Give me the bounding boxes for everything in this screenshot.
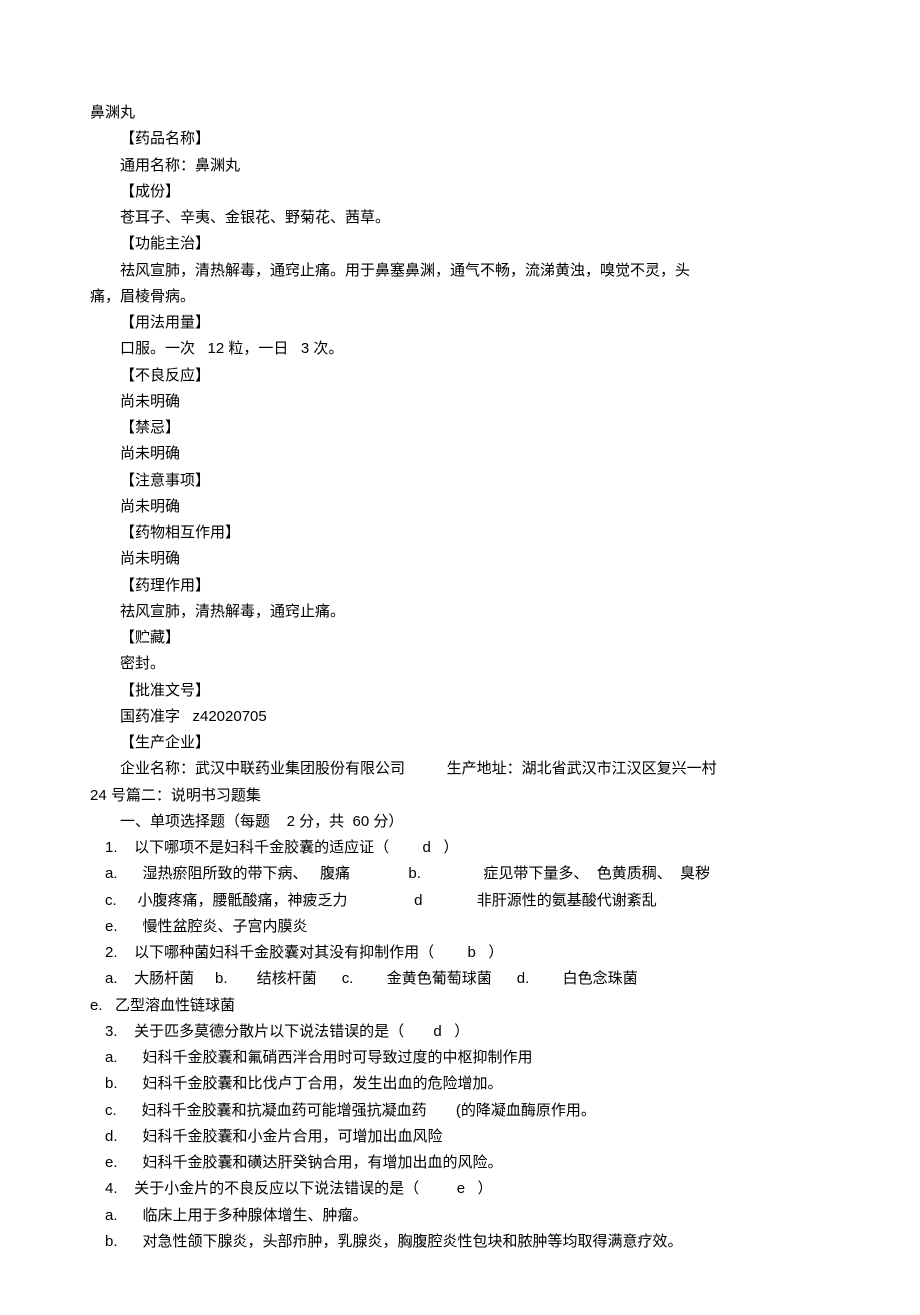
question-1-option-e: e. 慢性盆腔炎、子宫内膜炎 <box>90 914 830 940</box>
heading-drug-name: 【药品名称】 <box>90 126 830 152</box>
question-4-option-b: b. 对急性颌下腺炎，头部疖肿，乳腺炎，胸腹腔炎性包块和脓肿等均取得满意疗效。 <box>90 1229 830 1255</box>
common-name: 通用名称：鼻渊丸 <box>90 153 830 179</box>
heading-usage: 【用法用量】 <box>90 310 830 336</box>
question-3: 3. 关于匹多莫德分散片以下说法错误的是（ d ） <box>90 1019 830 1045</box>
heading-interaction: 【药物相互作用】 <box>90 520 830 546</box>
question-2-option-e: e. 乙型溶血性链球菌 <box>90 993 830 1019</box>
ingredients: 苍耳子、辛夷、金银花、野菊花、茜草。 <box>90 205 830 231</box>
heading-approval: 【批准文号】 <box>90 678 830 704</box>
precaution: 尚未明确 <box>90 494 830 520</box>
heading-storage: 【贮藏】 <box>90 625 830 651</box>
interaction: 尚未明确 <box>90 546 830 572</box>
document-title: 鼻渊丸 <box>90 100 830 126</box>
manufacturer-line2: 24 号篇二：说明书习题集 <box>90 783 830 809</box>
usage: 口服。一次 12 粒，一日 3 次。 <box>90 336 830 362</box>
question-2: 2. 以下哪种菌妇科千金胶囊对其没有抑制作用（ b ） <box>90 940 830 966</box>
heading-pharma: 【药理作用】 <box>90 573 830 599</box>
question-3-option-a: a. 妇科千金胶囊和氟硝西泮合用时可导致过度的中枢抑制作用 <box>90 1045 830 1071</box>
adverse: 尚未明确 <box>90 389 830 415</box>
pharma: 祛风宣肺，清热解毒，通窍止痛。 <box>90 599 830 625</box>
question-1: 1. 以下哪项不是妇科千金胶囊的适应证（ d ） <box>90 835 830 861</box>
question-2-option-a-d: a. 大肠杆菌 b. 结核杆菌 c. 金黄色葡萄球菌 d. 白色念珠菌 <box>90 966 830 992</box>
heading-contra: 【禁忌】 <box>90 415 830 441</box>
question-3-option-e: e. 妇科千金胶囊和磺达肝癸钠合用，有增加出血的风险。 <box>90 1150 830 1176</box>
heading-adverse: 【不良反应】 <box>90 363 830 389</box>
heading-ingredients: 【成份】 <box>90 179 830 205</box>
storage: 密封。 <box>90 651 830 677</box>
question-1-option-c-d: c. 小腹疼痛，腰骶酸痛，神疲乏力 d 非肝源性的氨基酸代谢紊乱 <box>90 888 830 914</box>
approval-number: 国药准字 z42020705 <box>90 704 830 730</box>
question-4-option-a: a. 临床上用于多种腺体增生、肿瘤。 <box>90 1203 830 1229</box>
heading-manufacturer: 【生产企业】 <box>90 730 830 756</box>
function-line1: 祛风宣肺，清热解毒，通窍止痛。用于鼻塞鼻渊，通气不畅，流涕黄浊，嗅觉不灵，头 <box>90 258 830 284</box>
question-1-option-a-b: a. 湿热瘀阻所致的带下病、 腹痛 b. 症见带下量多、 色黄质稠、 臭秽 <box>90 861 830 887</box>
heading-precaution: 【注意事项】 <box>90 468 830 494</box>
heading-function: 【功能主治】 <box>90 231 830 257</box>
question-4: 4. 关于小金片的不良反应以下说法错误的是（ e ） <box>90 1176 830 1202</box>
question-3-option-b: b. 妇科千金胶囊和比伐卢丁合用，发生出血的危险增加。 <box>90 1071 830 1097</box>
function-line2: 痛，眉棱骨病。 <box>90 284 830 310</box>
question-3-option-c: c. 妇科千金胶囊和抗凝血药可能增强抗凝血药 (的降凝血酶原作用。 <box>90 1098 830 1124</box>
question-3-option-d: d. 妇科千金胶囊和小金片合用，可增加出血风险 <box>90 1124 830 1150</box>
contra: 尚未明确 <box>90 441 830 467</box>
manufacturer-line1: 企业名称：武汉中联药业集团股份有限公司 生产地址：湖北省武汉市江汉区复兴一村 <box>90 756 830 782</box>
quiz-section-title: 一、单项选择题（每题 2 分，共 60 分） <box>90 809 830 835</box>
